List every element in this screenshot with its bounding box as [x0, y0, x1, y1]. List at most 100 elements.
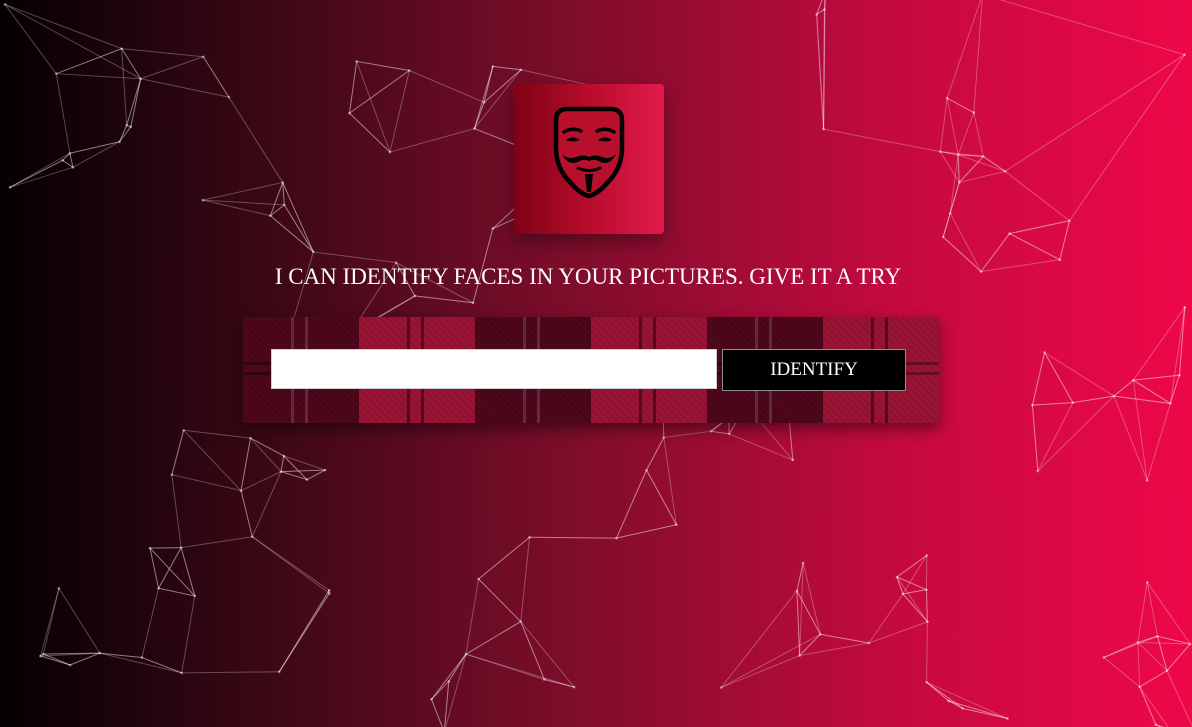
network-node: [471, 301, 475, 305]
network-line: [1031, 405, 1039, 472]
network-line: [1139, 686, 1169, 727]
network-line: [478, 578, 522, 622]
network-line: [1132, 380, 1148, 481]
network-node: [818, 633, 822, 636]
network-line: [492, 65, 521, 71]
network-node: [193, 594, 197, 598]
network-node: [925, 588, 928, 591]
network-node: [1031, 403, 1034, 407]
network-line: [973, 112, 984, 157]
network-line: [1133, 379, 1171, 404]
network-node: [57, 586, 61, 590]
network-node: [822, 127, 825, 131]
network-line: [240, 438, 251, 491]
network-line: [389, 128, 475, 153]
network-node: [54, 72, 58, 75]
network-line: [982, 156, 1006, 172]
network-line: [925, 589, 928, 622]
network-node: [129, 125, 133, 129]
network-line: [616, 469, 647, 539]
network-line: [1137, 641, 1191, 645]
network-line: [141, 588, 160, 658]
network-node: [277, 670, 281, 674]
network-node: [1145, 479, 1149, 482]
network-line: [69, 652, 101, 666]
network-node: [1071, 401, 1075, 404]
network-line: [957, 154, 960, 183]
network-node: [170, 473, 174, 476]
network-node: [1068, 219, 1071, 223]
network-line: [4, 4, 57, 74]
network-node: [981, 155, 985, 158]
network-node: [98, 651, 102, 655]
network-node: [675, 523, 678, 527]
network-node: [201, 55, 205, 59]
network-node: [250, 535, 254, 539]
network-node: [125, 123, 128, 127]
network-line: [250, 437, 282, 472]
network-node: [572, 685, 576, 689]
network-node: [282, 203, 286, 207]
network-node: [867, 641, 871, 645]
network-node: [249, 436, 252, 440]
network-node: [282, 454, 286, 458]
network-node: [1154, 723, 1158, 726]
network-node: [926, 620, 929, 624]
network-line: [958, 156, 984, 183]
network-line: [896, 554, 928, 578]
network-line: [478, 536, 530, 580]
network-line: [948, 700, 1008, 719]
network-node: [925, 554, 929, 557]
network-line: [729, 433, 794, 461]
guy-fawkes-mask-icon: [553, 106, 625, 199]
network-node: [182, 428, 185, 432]
network-node: [895, 575, 899, 579]
network-line: [646, 437, 665, 471]
network-line: [448, 653, 467, 682]
network-node: [355, 60, 358, 63]
network-line: [946, 0, 982, 99]
network-line: [121, 48, 142, 79]
network-line: [1009, 233, 1061, 261]
network-line: [4, 4, 122, 50]
network-line: [140, 78, 229, 98]
network-node: [956, 153, 960, 157]
network-line: [926, 681, 1008, 719]
network-node: [464, 652, 468, 656]
network-line: [959, 170, 1006, 183]
image-url-input[interactable]: [271, 349, 717, 389]
network-node: [413, 294, 417, 298]
network-node: [447, 680, 451, 683]
network-line: [1031, 352, 1046, 406]
network-node: [798, 654, 801, 657]
network-node: [388, 150, 392, 154]
network-line: [349, 112, 391, 153]
network-node: [281, 181, 285, 184]
network-line: [926, 621, 928, 683]
network-node: [140, 656, 144, 659]
network-node: [615, 536, 618, 540]
network-line: [202, 181, 283, 201]
network-line: [1113, 395, 1148, 481]
network-line: [56, 73, 141, 80]
network-node: [1132, 378, 1135, 382]
network-node: [1138, 685, 1141, 689]
identify-button[interactable]: IDENTIFY: [722, 349, 906, 391]
network-node: [1183, 53, 1186, 56]
network-node: [3, 3, 7, 6]
network-node: [941, 235, 945, 239]
network-line: [1146, 582, 1191, 645]
network-node: [795, 589, 799, 593]
network-line: [465, 621, 521, 655]
network-line: [1178, 307, 1186, 376]
network-line: [69, 141, 120, 154]
network-line: [868, 593, 904, 644]
network-line: [9, 159, 63, 188]
network-node: [801, 561, 805, 565]
network-line: [1169, 375, 1180, 404]
network-line: [721, 655, 800, 689]
network-line: [1044, 352, 1115, 397]
network-line: [431, 699, 443, 727]
network-line: [171, 430, 185, 475]
network-node: [305, 478, 309, 481]
